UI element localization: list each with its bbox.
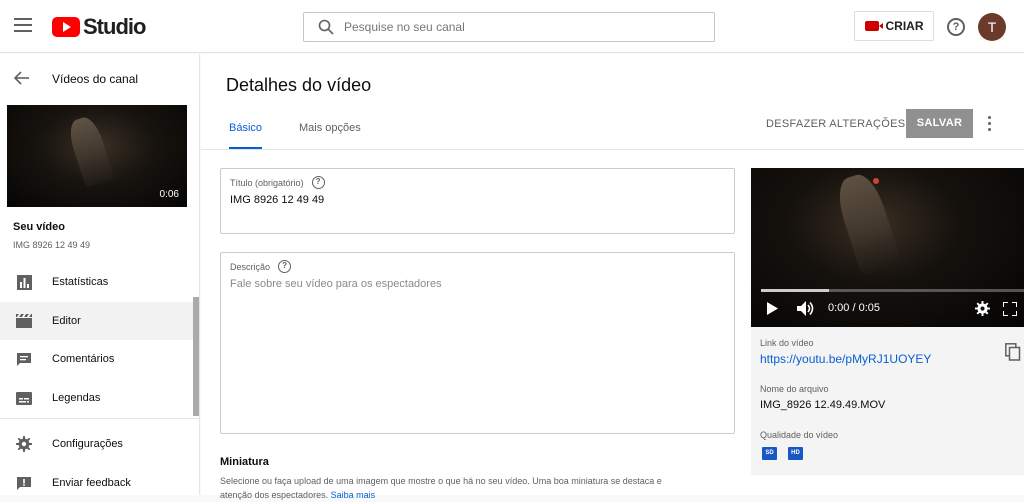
player-detail: [873, 178, 879, 184]
header-divider: [201, 149, 1024, 150]
player-time: 0:00 / 0:05: [828, 302, 880, 314]
youtube-logo-icon: [52, 17, 80, 37]
sidebar-item-label: Legendas: [52, 392, 101, 404]
play-icon[interactable]: [767, 302, 778, 318]
save-button[interactable]: SALVAR: [906, 109, 973, 138]
video-info-panel: Link do vídeo https://youtu.be/pMyRJ1UOY…: [751, 327, 1024, 475]
description-field-label: Descrição: [230, 261, 271, 272]
video-link[interactable]: https://youtu.be/pMyRJ1UOYEY: [760, 352, 931, 366]
quality-badge-hd: HD: [788, 447, 803, 460]
video-thumbnail[interactable]: 0:06: [7, 105, 187, 207]
menu-icon[interactable]: [14, 18, 32, 32]
studio-logo[interactable]: Studio: [52, 14, 146, 40]
thumbnail-description-line2: atenção dos espectadores.: [220, 490, 329, 500]
avatar[interactable]: T: [978, 13, 1006, 41]
description-input[interactable]: Fale sobre seu vídeo para os espectadore…: [230, 278, 442, 290]
sidebar-item-subtitles[interactable]: Legendas: [0, 379, 193, 417]
gear-icon: [16, 436, 32, 452]
thumbnail-figure: [65, 114, 115, 188]
search-bar[interactable]: [303, 12, 715, 42]
thumbnail-description-line1: Selecione ou faça upload de uma imagem q…: [220, 476, 662, 486]
help-icon[interactable]: ?: [947, 18, 965, 36]
undo-changes-button[interactable]: DESFAZER ALTERAÇÕES: [766, 118, 905, 130]
video-heading: Seu vídeo: [13, 221, 65, 233]
video-camera-icon: [864, 21, 883, 31]
back-label: Vídeos do canal: [52, 72, 139, 86]
bar-chart-icon: [16, 274, 32, 290]
feedback-icon: [16, 475, 32, 491]
top-bar: Studio CRIAR ? T: [0, 0, 1024, 53]
subtitles-icon: [16, 390, 32, 406]
back-arrow-icon[interactable]: [13, 69, 32, 90]
title-input[interactable]: IMG 8926 12 49 49: [230, 194, 324, 206]
quality-label: Qualidade do vídeo: [760, 430, 839, 440]
search-icon[interactable]: [304, 13, 344, 41]
fullscreen-icon[interactable]: [1002, 301, 1018, 319]
sidebar-item-statistics[interactable]: Estatísticas: [0, 263, 193, 301]
sidebar-scrollbar[interactable]: [193, 297, 199, 416]
volume-icon[interactable]: [797, 301, 815, 319]
video-name: IMG 8926 12 49 49: [13, 240, 91, 250]
sidebar-item-label: Comentários: [52, 353, 115, 365]
title-field-label: Título (obrigatório): [230, 177, 304, 188]
more-options-icon[interactable]: [986, 116, 992, 132]
learn-more-link[interactable]: Saiba mais: [331, 490, 376, 500]
comment-icon: [16, 351, 32, 367]
create-button[interactable]: CRIAR: [854, 11, 934, 41]
video-player[interactable]: 0:00 / 0:05: [751, 168, 1024, 327]
progress-bar[interactable]: [761, 289, 1024, 292]
title-field[interactable]: Título (obrigatório) ? IMG 8926 12 49 49: [220, 168, 735, 234]
help-icon[interactable]: ?: [278, 260, 292, 273]
copy-icon[interactable]: [1005, 343, 1021, 361]
tab-basic[interactable]: Básico: [229, 122, 263, 149]
description-field-label-row: Descrição ?: [230, 260, 292, 273]
player-figure: [831, 169, 903, 277]
search-input[interactable]: [344, 20, 704, 34]
quality-badge-sd: SD: [762, 447, 777, 460]
thumbnail-section-title: Miniatura: [220, 456, 269, 468]
sidebar-item-comments[interactable]: Comentários: [0, 340, 193, 378]
thumbnail-duration: 0:06: [159, 189, 179, 200]
title-field-label-row: Título (obrigatório) ?: [230, 176, 325, 189]
main-content: Detalhes do vídeo Básico Mais opções DES…: [201, 54, 1024, 500]
help-icon[interactable]: ?: [311, 176, 325, 189]
sidebar: Vídeos do canal 0:06 Seu vídeo IMG 8926 …: [0, 54, 200, 495]
page-title: Detalhes do vídeo: [226, 75, 372, 95]
logo-text: Studio: [83, 14, 146, 39]
settings-gear-icon[interactable]: [975, 301, 990, 319]
filename-value: IMG_8926 12.49.49.MOV: [760, 399, 886, 411]
video-link-label: Link do vídeo: [760, 338, 814, 348]
tab-more-options[interactable]: Mais opções: [299, 122, 361, 149]
thumbnail-section-description: Selecione ou faça upload de uma imagem q…: [220, 474, 740, 502]
sidebar-item-label: Enviar feedback: [52, 477, 131, 489]
description-field[interactable]: Descrição ? Fale sobre seu vídeo para os…: [220, 252, 735, 434]
sidebar-item-label: Estatísticas: [52, 276, 109, 288]
progress-fill: [761, 289, 830, 292]
sidebar-item-label: Editor: [52, 315, 81, 327]
sidebar-item-editor[interactable]: Editor: [0, 302, 193, 340]
sidebar-item-feedback[interactable]: Enviar feedback: [0, 464, 193, 502]
sidebar-item-label: Configurações: [52, 438, 123, 450]
clapperboard-icon: [16, 313, 32, 329]
filename-label: Nome do arquivo: [760, 384, 829, 394]
sidebar-item-settings[interactable]: Configurações: [0, 425, 193, 463]
back-to-channel-videos[interactable]: Vídeos do canal: [0, 66, 200, 92]
create-label: CRIAR: [885, 19, 924, 33]
sidebar-divider: [0, 418, 199, 419]
